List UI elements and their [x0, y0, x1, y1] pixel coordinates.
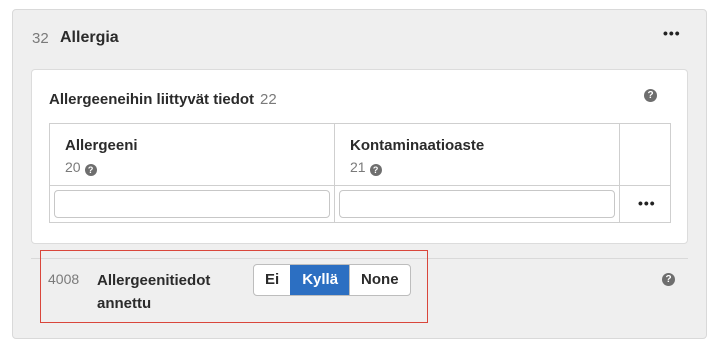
column-number-value: 20	[65, 159, 81, 175]
row-more-menu-icon[interactable]: •••	[638, 196, 656, 210]
allergen-info-given-toggle[interactable]: Ei Kyllä None	[253, 264, 411, 296]
option-none-button[interactable]: None	[349, 265, 410, 295]
table-row: •••	[49, 185, 671, 223]
table-header-row: Allergeeni 20? Kontaminaatioaste 21?	[49, 123, 671, 186]
column-label: Kontaminaatioaste	[350, 137, 485, 154]
option-ei-button[interactable]: Ei	[254, 265, 290, 295]
panel-title: Allergia	[60, 29, 119, 46]
help-icon[interactable]: ?	[369, 164, 382, 176]
column-header-actions	[619, 123, 671, 186]
allergen-table: Allergeeni 20? Kontaminaatioaste 21? •••	[49, 123, 671, 223]
column-label: Allergeeni	[65, 137, 138, 154]
card-title-text: Allergeeneihin liittyvät tiedot	[49, 91, 255, 108]
allergeeni-input[interactable]	[54, 190, 330, 218]
field-label: Allergeenitiedot annettu	[97, 272, 211, 312]
row-actions-cell: •••	[619, 185, 671, 223]
panel-number: 32	[32, 30, 49, 47]
field-number: 4008	[48, 271, 80, 287]
column-header-kontaminaatioaste: Kontaminaatioaste 21?	[334, 123, 620, 186]
kontaminaatioaste-cell	[334, 185, 620, 223]
column-number: 21?	[350, 159, 382, 176]
column-number: 20?	[65, 159, 97, 176]
column-number-value: 21	[350, 159, 366, 175]
allergen-info-card: Allergeeneihin liittyvät tiedot 22 ? Alle…	[31, 69, 688, 244]
allergeeni-cell	[49, 185, 335, 223]
help-icon[interactable]: ?	[644, 89, 657, 102]
panel-more-menu-icon[interactable]: •••	[663, 26, 681, 40]
column-header-allergeeni: Allergeeni 20?	[49, 123, 335, 186]
card-title: Allergeeneihin liittyvät tiedot 22	[49, 91, 277, 108]
kontaminaatioaste-input[interactable]	[339, 190, 615, 218]
option-kylla-button[interactable]: Kyllä	[290, 265, 350, 295]
help-icon[interactable]: ?	[84, 164, 97, 176]
card-title-number: 22	[260, 91, 277, 108]
help-icon[interactable]: ?	[662, 273, 675, 286]
